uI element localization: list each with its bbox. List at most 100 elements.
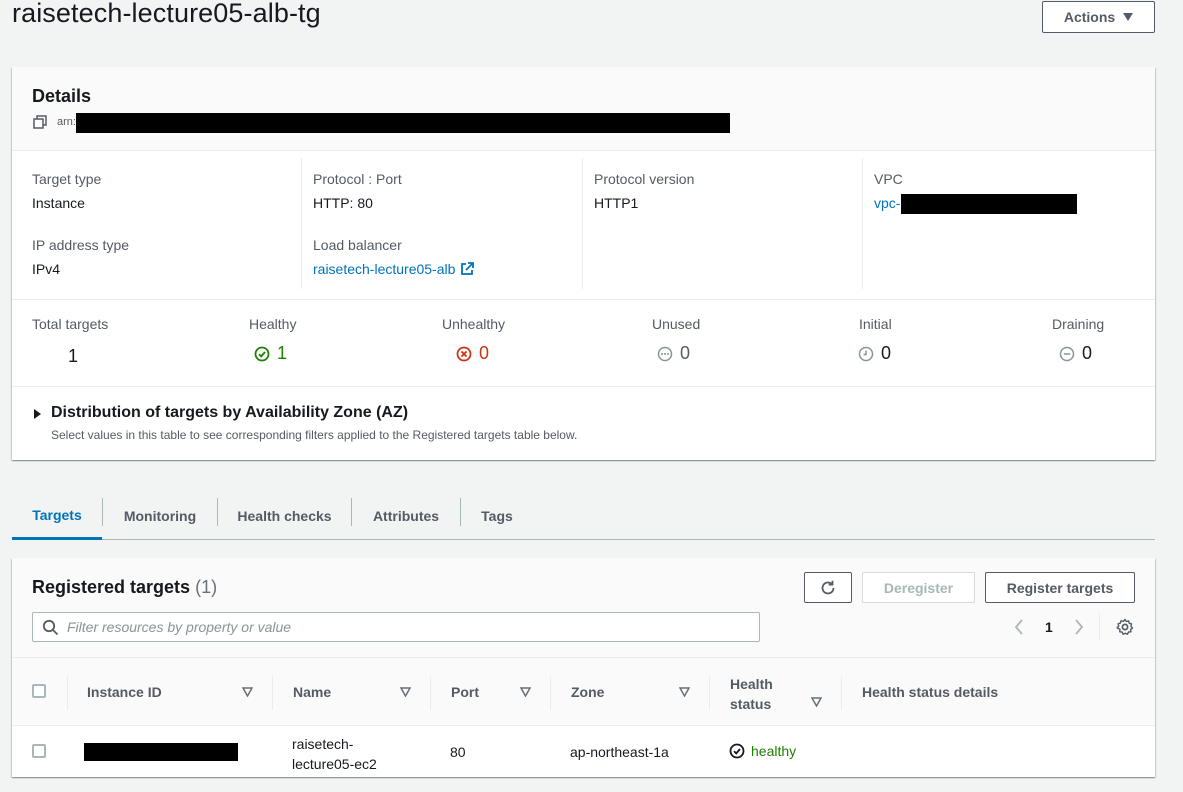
draining-count[interactable]: 0: [1059, 343, 1092, 364]
column-divider: [272, 676, 273, 710]
unused-count[interactable]: 0: [657, 343, 690, 364]
select-all-checkbox[interactable]: [32, 684, 46, 698]
arn-label: arn:: [57, 116, 76, 128]
instance-name: raisetech- lecture05-ec2: [292, 734, 377, 774]
column-health-status-line2: status: [730, 696, 772, 712]
deregister-button[interactable]: Deregister: [862, 572, 975, 603]
protocol-port-label: Protocol : Port: [313, 171, 402, 187]
tab-attributes[interactable]: Attributes: [352, 492, 460, 540]
table-header: Instance ID Name Port Zone Health status…: [12, 658, 1155, 726]
refresh-button[interactable]: [804, 572, 852, 603]
load-balancer-label: Load balancer: [313, 237, 402, 253]
total-count: 1: [68, 346, 79, 366]
registered-targets-title-text: Registered targets: [32, 577, 191, 597]
sort-icon[interactable]: [811, 697, 822, 707]
ip-type-label: IP address type: [32, 237, 130, 253]
ip-type-value: IPv4: [32, 261, 61, 277]
column-divider: [67, 676, 68, 710]
minus-circle-icon: [1059, 346, 1075, 361]
tab-health-checks[interactable]: Health checks: [218, 492, 351, 540]
register-targets-button[interactable]: Register targets: [985, 572, 1135, 603]
check-circle-icon: [254, 346, 270, 361]
initial-value: 0: [881, 343, 892, 363]
target-type-label: Target type: [32, 171, 102, 187]
initial-label: Initial: [859, 316, 892, 332]
health-status-value: healthy: [729, 743, 796, 759]
tab-targets[interactable]: Targets: [12, 492, 102, 540]
registered-targets-count: (1): [195, 577, 218, 597]
page-number[interactable]: 1: [1045, 619, 1053, 635]
column-divider: [550, 676, 551, 710]
column-instance-id[interactable]: Instance ID: [87, 684, 162, 700]
sort-icon[interactable]: [400, 687, 411, 697]
zone-value: ap-northeast-1a: [570, 744, 669, 760]
registered-targets-header: Registered targets (1) Deregister Regist…: [12, 558, 1155, 658]
ellipsis-circle-icon: [657, 346, 673, 361]
column-zone[interactable]: Zone: [571, 684, 604, 700]
column-divider: [709, 676, 710, 710]
vpc-redacted: [901, 194, 1077, 214]
check-circle-icon: [729, 743, 745, 759]
unhealthy-count[interactable]: 0: [456, 343, 489, 364]
caret-down-icon: [1123, 13, 1134, 21]
target-type-value: Instance: [32, 195, 85, 211]
instance-name-line2: lecture05-ec2: [292, 756, 377, 772]
details-header: Details arn:: [12, 67, 1155, 151]
protocol-version-value: HTTP1: [594, 195, 639, 211]
healthy-count[interactable]: 1: [254, 343, 287, 364]
port-value: 80: [450, 744, 466, 760]
arn-redacted: [76, 113, 730, 133]
refresh-icon: [821, 580, 835, 594]
az-distribution-description: Select values in this table to see corre…: [51, 428, 578, 442]
row-checkbox[interactable]: [32, 744, 46, 758]
copy-icon[interactable]: [33, 115, 47, 129]
column-health-status-details[interactable]: Health status details: [862, 684, 998, 700]
vpc-link[interactable]: vpc-: [874, 195, 900, 211]
vpc-label: VPC: [874, 171, 903, 187]
sort-icon[interactable]: [520, 687, 531, 697]
total-targets-label: Total targets: [32, 316, 109, 332]
az-distribution-toggle[interactable]: Distribution of targets by Availability …: [51, 404, 408, 422]
search-input[interactable]: Filter resources by property or value: [32, 612, 760, 642]
draining-value: 0: [1082, 343, 1093, 363]
details-panel: Details arn: Target type Instance Protoc…: [12, 67, 1155, 460]
clock-icon: [858, 346, 874, 361]
divider: [12, 386, 1155, 387]
expand-caret-icon[interactable]: [34, 409, 41, 419]
tab-monitoring[interactable]: Monitoring: [103, 492, 217, 540]
initial-count[interactable]: 0: [858, 343, 891, 364]
unhealthy-label: Unhealthy: [442, 316, 506, 332]
actions-button[interactable]: Actions: [1042, 1, 1155, 33]
search-placeholder: Filter resources by property or value: [67, 619, 292, 635]
tab-bar: Targets Monitoring Health checks Attribu…: [12, 492, 1155, 540]
draining-label: Draining: [1052, 316, 1105, 332]
column-divider: [301, 158, 302, 289]
load-balancer-name: raisetech-lecture05-alb: [313, 261, 456, 277]
instance-id-redacted[interactable]: [84, 743, 238, 761]
table-row[interactable]: raisetech- lecture05-ec2 80 ap-northeast…: [12, 727, 1155, 777]
column-divider: [841, 676, 842, 710]
sort-icon[interactable]: [242, 687, 253, 697]
column-divider: [582, 158, 583, 289]
details-title: Details: [32, 86, 92, 106]
column-divider: [430, 676, 431, 710]
chevron-right-icon[interactable]: [1073, 618, 1085, 636]
search-icon: [42, 619, 59, 636]
chevron-left-icon[interactable]: [1013, 618, 1025, 636]
column-port[interactable]: Port: [451, 684, 479, 700]
settings-gear-icon[interactable]: [1116, 618, 1134, 636]
page-title: raisetech-lecture05-alb-tg: [12, 0, 321, 28]
registered-targets-title: Registered targets (1): [32, 577, 217, 598]
actions-label: Actions: [1063, 9, 1116, 25]
tab-tags[interactable]: Tags: [461, 492, 533, 540]
sort-icon[interactable]: [679, 687, 690, 697]
column-health-status[interactable]: Health status: [730, 674, 773, 714]
column-name[interactable]: Name: [293, 684, 331, 700]
healthy-value: 1: [277, 343, 288, 363]
unhealthy-value: 0: [479, 343, 490, 363]
column-health-status-line1: Health: [730, 676, 773, 692]
health-status-text: healthy: [751, 743, 797, 759]
unused-value: 0: [680, 343, 691, 363]
load-balancer-link[interactable]: raisetech-lecture05-alb: [313, 261, 475, 277]
protocol-port-value: HTTP: 80: [313, 195, 373, 211]
